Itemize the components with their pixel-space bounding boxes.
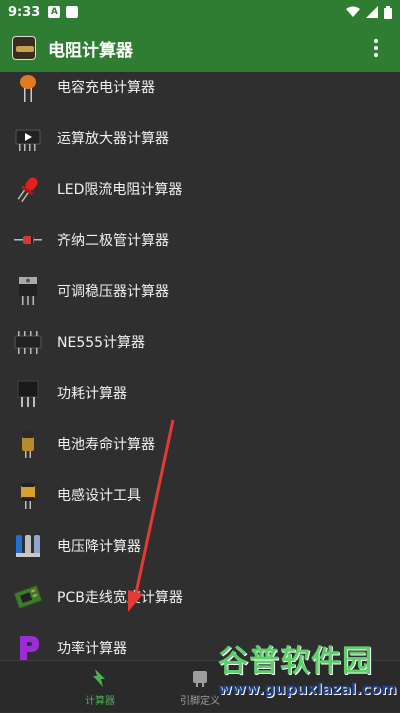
list-item-inductor-design[interactable]: 电感设计工具 — [0, 469, 400, 520]
more-options-icon[interactable] — [364, 36, 388, 60]
app-logo-icon — [12, 36, 36, 60]
bottom-navigation: 计算器 引脚定义 — [0, 660, 400, 712]
list-item-voltage-drop[interactable]: 电压降计算器 — [0, 520, 400, 571]
ne555-chip-icon — [13, 327, 43, 357]
tab-pinout-label: 引脚定义 — [180, 696, 220, 707]
list-item-label: 电压降计算器 — [57, 538, 141, 555]
list-item-label: 功率计算器 — [57, 640, 127, 657]
opamp-icon — [13, 123, 43, 153]
signal-icon — [366, 6, 378, 18]
list-item-power[interactable]: 功率计算器 — [0, 622, 400, 660]
power-p-icon — [13, 633, 43, 661]
status-time: 9:33 — [8, 4, 41, 20]
notification-a-icon: A — [48, 6, 61, 18]
list-item-label: PCB走线宽度计算器 — [57, 589, 183, 606]
pcb-icon — [13, 582, 43, 612]
list-item-pcb-trace-width[interactable]: PCB走线宽度计算器 — [0, 571, 400, 622]
list-item-adjustable-regulator[interactable]: 可调稳压器计算器 — [0, 265, 400, 316]
list-item-power-dissipation[interactable]: 功耗计算器 — [0, 367, 400, 418]
list-item-label: 电容充电计算器 — [57, 79, 155, 96]
battery-status-icon — [384, 5, 392, 19]
list-item-label: 电感设计工具 — [57, 487, 141, 504]
app-bar: 电阻计算器 — [0, 24, 400, 72]
battery-icon — [13, 429, 43, 459]
list-item-led-resistor[interactable]: LED限流电阻计算器 — [0, 163, 400, 214]
wire-icon — [13, 531, 43, 561]
list-item-label: 功耗计算器 — [57, 385, 127, 402]
status-icons — [346, 5, 392, 19]
list-item-capacitor-charge[interactable]: 电容充电计算器 — [0, 72, 400, 112]
pinout-icon — [193, 671, 207, 687]
led-icon — [13, 174, 43, 204]
tab-pinout[interactable]: 引脚定义 — [100, 661, 300, 713]
list-item-label: LED限流电阻计算器 — [57, 181, 183, 198]
list-item-label: 可调稳压器计算器 — [57, 283, 169, 300]
calculator-list: 电容充电计算器 运算放大器计算器 LED限流电阻计算器 齐纳二极管计算器 可调稳… — [0, 72, 400, 660]
app-title: 电阻计算器 — [48, 40, 133, 61]
list-item-opamp[interactable]: 运算放大器计算器 — [0, 112, 400, 163]
list-item-ne555[interactable]: NE555计算器 — [0, 316, 400, 367]
inductor-icon — [13, 480, 43, 510]
capacitor-icon — [13, 72, 43, 102]
wifi-icon — [346, 6, 360, 17]
list-item-label: NE555计算器 — [57, 334, 146, 351]
status-bar: 9:33 A — [0, 0, 400, 24]
notification-square-icon — [66, 6, 79, 18]
list-item-zener[interactable]: 齐纳二极管计算器 — [0, 214, 400, 265]
list-item-battery-life[interactable]: 电池寿命计算器 — [0, 418, 400, 469]
power-transistor-icon — [13, 378, 43, 408]
zener-diode-icon — [13, 225, 43, 255]
list-item-label: 运算放大器计算器 — [57, 130, 169, 147]
list-item-label: 齐纳二极管计算器 — [57, 232, 169, 249]
list-item-label: 电池寿命计算器 — [57, 436, 155, 453]
voltage-regulator-icon — [13, 276, 43, 306]
